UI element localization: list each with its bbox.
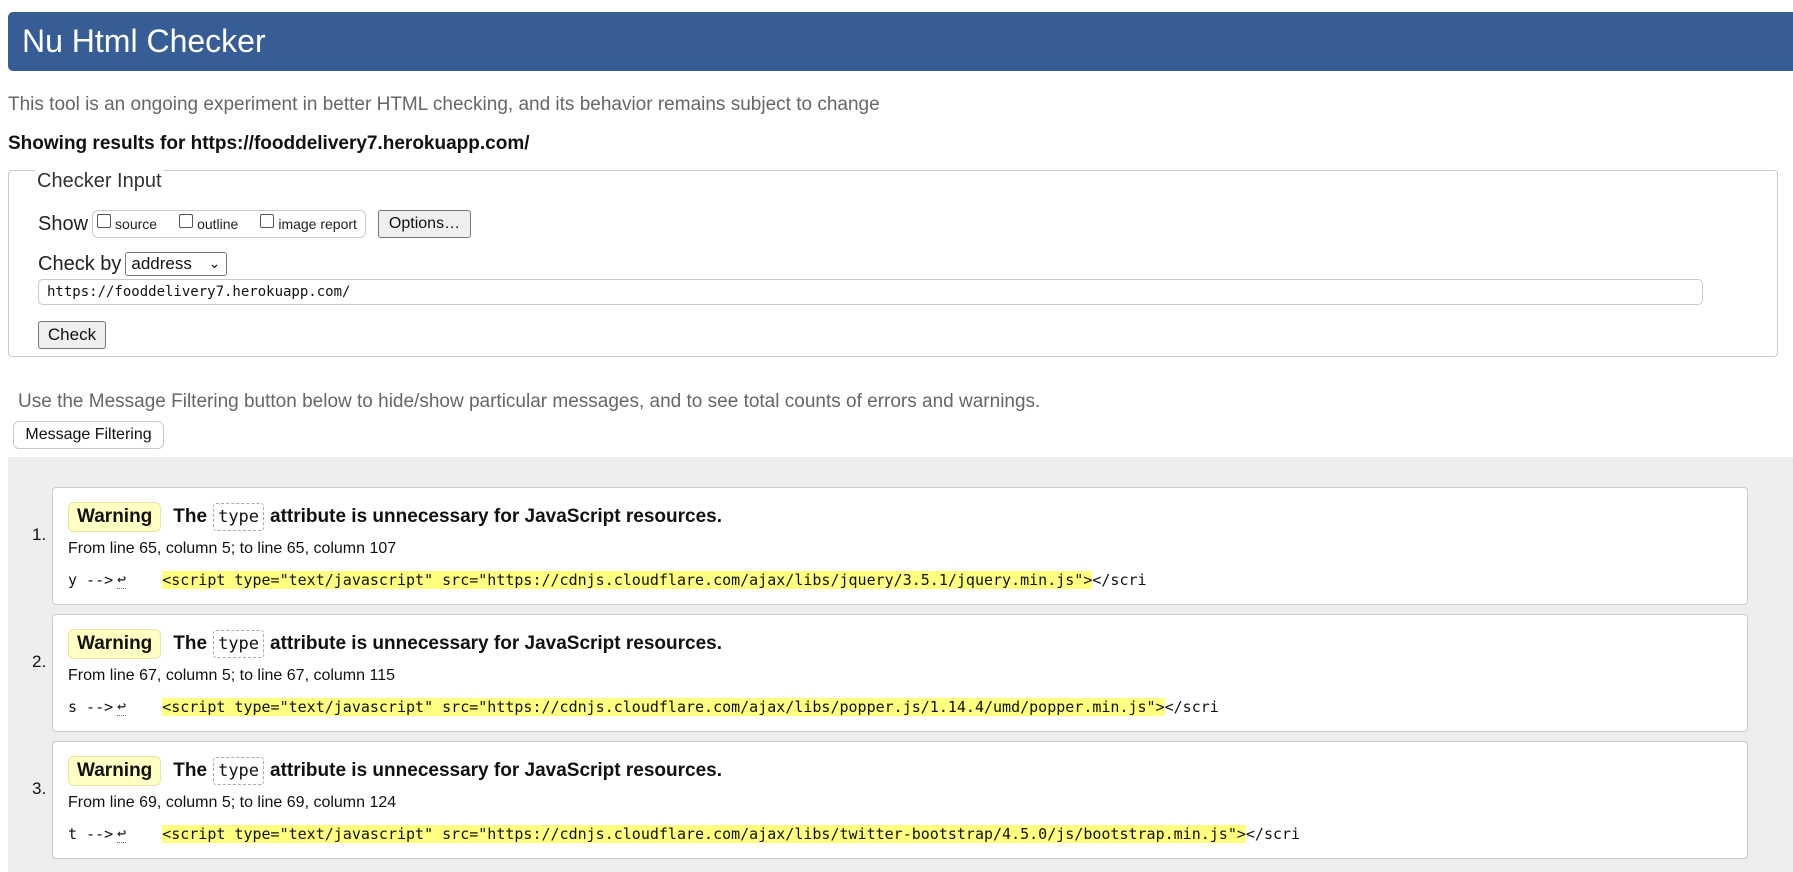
options-button[interactable]: Options… bbox=[377, 210, 472, 238]
check-by-row: Check by address ⌄ bbox=[38, 252, 228, 276]
warning-badge: Warning bbox=[68, 756, 162, 786]
results-for-heading: Showing results for https://fooddelivery… bbox=[8, 133, 530, 154]
warning-badge: Warning bbox=[68, 502, 162, 532]
message-item: Warning The type attribute is unnecessar… bbox=[52, 487, 1748, 605]
message-item: Warning The type attribute is unnecessar… bbox=[52, 614, 1748, 732]
extract-highlight: <script type="text/javascript" src="http… bbox=[162, 570, 1093, 589]
message-location: From line 67, column 5; to line 67, colu… bbox=[68, 667, 395, 684]
title-prefix: The bbox=[173, 633, 208, 654]
checker-input-legend: Checker Input bbox=[35, 170, 164, 193]
message-number: 2. bbox=[32, 652, 47, 671]
extract-suffix: </scri bbox=[1164, 697, 1219, 716]
message-number: 1. bbox=[32, 525, 47, 544]
checkbox-label[interactable]: outline bbox=[197, 216, 238, 232]
checkbox-label[interactable]: image report bbox=[278, 216, 357, 232]
check-by-value[interactable]: address bbox=[131, 254, 191, 274]
extract-prefix: y --> bbox=[68, 570, 114, 589]
title-suffix: attribute is unnecessary for JavaScript … bbox=[270, 633, 723, 654]
extract-prefix: s --> bbox=[68, 697, 114, 716]
page-header: Nu Html Checker bbox=[8, 12, 1793, 71]
checkbox-label[interactable]: source bbox=[115, 216, 157, 232]
image-report-checkbox[interactable]: image report bbox=[260, 214, 357, 232]
url-input[interactable]: https://fooddelivery7.herokuapp.com/ bbox=[38, 279, 1703, 305]
message-location: From line 65, column 5; to line 65, colu… bbox=[68, 540, 397, 557]
message-item: Warning The type attribute is unnecessar… bbox=[52, 741, 1748, 859]
extract-prefix: t --> bbox=[68, 824, 114, 843]
attribute-code: type bbox=[213, 757, 265, 785]
warning-badge: Warning bbox=[68, 629, 162, 659]
checker-input-fieldset bbox=[8, 170, 1778, 357]
attribute-code: type bbox=[213, 630, 265, 658]
check-by-select[interactable]: address ⌄ bbox=[125, 252, 228, 276]
check-button[interactable]: Check bbox=[38, 321, 106, 349]
message-extract: t --> ↩ <script type="text/javascript" s… bbox=[68, 824, 1300, 843]
source-checkbox[interactable]: source bbox=[97, 214, 157, 232]
message-title: Warning The type attribute is unnecessar… bbox=[68, 756, 722, 786]
checkbox-box[interactable] bbox=[97, 214, 112, 228]
page-title: Nu Html Checker bbox=[22, 23, 266, 59]
extract-suffix: </scri bbox=[1092, 570, 1147, 589]
message-title: Warning The type attribute is unnecessar… bbox=[68, 502, 722, 532]
message-location: From line 69, column 5; to line 69, colu… bbox=[68, 794, 397, 811]
show-options-row: Show source outline image report Options… bbox=[38, 210, 472, 238]
message-number: 3. bbox=[32, 779, 47, 798]
extract-suffix: </scri bbox=[1245, 824, 1301, 843]
message-filtering-button[interactable]: Message Filtering bbox=[13, 421, 164, 449]
checkbox-box[interactable] bbox=[179, 214, 194, 228]
message-extract: y --> ↩ <script type="text/javascript" s… bbox=[68, 570, 1147, 589]
tagline: This tool is an ongoing experiment in be… bbox=[8, 94, 880, 115]
chevron-down-icon[interactable]: ⌄ bbox=[209, 255, 221, 272]
message-extract: s --> ↩ <script type="text/javascript" s… bbox=[68, 697, 1219, 716]
message-title: Warning The type attribute is unnecessar… bbox=[68, 629, 722, 659]
attribute-code: type bbox=[213, 503, 265, 531]
checkbox-box[interactable] bbox=[260, 214, 275, 228]
message-filtering-hint: Use the Message Filtering button below t… bbox=[18, 391, 1041, 412]
return-icon: ↩ bbox=[117, 570, 127, 589]
return-icon: ↩ bbox=[117, 824, 127, 843]
title-prefix: The bbox=[173, 506, 208, 527]
title-suffix: attribute is unnecessary for JavaScript … bbox=[270, 506, 723, 527]
message-title-text: The type attribute is unnecessary for Ja… bbox=[173, 757, 722, 785]
show-label: Show bbox=[38, 212, 89, 235]
check-by-label: Check by bbox=[38, 252, 122, 275]
message-title-text: The type attribute is unnecessary for Ja… bbox=[173, 503, 722, 531]
outline-checkbox[interactable]: outline bbox=[179, 214, 238, 232]
title-suffix: attribute is unnecessary for JavaScript … bbox=[270, 760, 723, 781]
extract-highlight: <script type="text/javascript" src="http… bbox=[162, 697, 1165, 716]
show-options-group: source outline image report bbox=[92, 210, 366, 238]
message-title-text: The type attribute is unnecessary for Ja… bbox=[173, 630, 722, 658]
title-prefix: The bbox=[173, 760, 208, 781]
extract-highlight: <script type="text/javascript" src="http… bbox=[162, 824, 1246, 843]
return-icon: ↩ bbox=[117, 697, 127, 716]
